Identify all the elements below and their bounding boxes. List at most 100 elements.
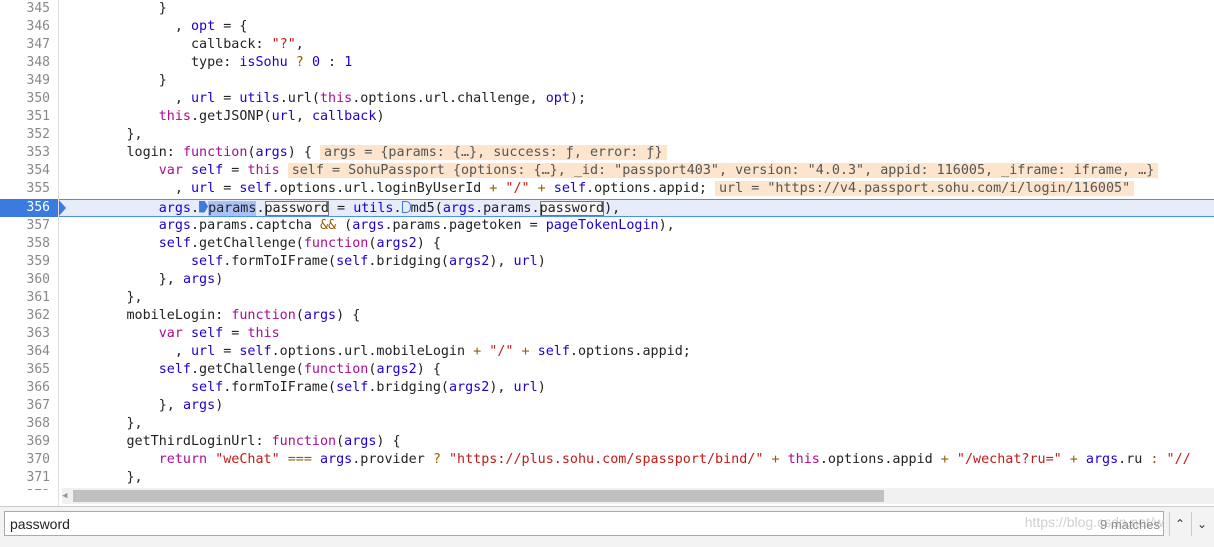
code-token: opt — [545, 91, 570, 107]
code-line[interactable]: 366 self.formToIFrame(self.bridging(args… — [0, 379, 1214, 397]
code-token: .ru — [1118, 452, 1151, 468]
code-token: url — [513, 253, 538, 269]
line-number[interactable]: 352 — [0, 126, 58, 144]
code-line[interactable]: 351 this.getJSONP(url, callback) — [0, 108, 1214, 126]
code-line[interactable]: 368 }, — [0, 415, 1214, 433]
scroll-left-arrow-icon[interactable]: ◀ — [62, 491, 67, 501]
line-number[interactable]: 349 — [0, 72, 58, 90]
code-line[interactable]: 361 }, — [0, 289, 1214, 307]
code-token: .options.url.mobileLogin — [271, 343, 474, 359]
code-token: }, — [62, 289, 143, 305]
line-number[interactable]: 354 — [0, 162, 58, 180]
code-token: .bridging( — [368, 253, 449, 269]
code-line[interactable]: 356 args. params.password = utils. md5(arg… — [0, 198, 1214, 217]
code-line[interactable]: 352 }, — [0, 126, 1214, 144]
code-line[interactable]: 354 var self = this self = SohuPassport {… — [0, 162, 1214, 180]
code-token: , — [62, 181, 191, 197]
code-token: ) { — [376, 434, 401, 450]
line-number[interactable]: 372 — [0, 487, 58, 490]
line-number[interactable]: 360 — [0, 271, 58, 289]
code-token: "?" — [271, 37, 296, 53]
code-token: .bridging( — [368, 379, 449, 395]
chevron-down-icon[interactable]: ⌄ — [1191, 512, 1212, 536]
code-line[interactable]: 349 } — [0, 72, 1214, 90]
line-number[interactable]: 371 — [0, 469, 58, 487]
line-number[interactable]: 358 — [0, 235, 58, 253]
code-line[interactable]: 359 self.formToIFrame(self.bridging(args… — [0, 253, 1214, 271]
code-text: }, args) — [62, 271, 224, 289]
code-token: args — [352, 217, 385, 233]
line-number[interactable]: 347 — [0, 36, 58, 54]
line-number[interactable]: 363 — [0, 325, 58, 343]
chevron-up-icon[interactable]: ⌃ — [1169, 512, 1190, 536]
search-input[interactable]: password — [4, 511, 1164, 536]
code-line[interactable]: 353 login: function(args) {args = {param… — [0, 144, 1214, 162]
line-number[interactable]: 351 — [0, 108, 58, 126]
code-token: ) { — [287, 145, 312, 161]
breakpoint-marker-icon[interactable] — [199, 200, 209, 213]
line-number[interactable]: 346 — [0, 18, 58, 36]
line-number[interactable]: 368 — [0, 415, 58, 433]
code-line[interactable]: 369 getThirdLoginUrl: function(args) { — [0, 433, 1214, 451]
code-token: ); — [569, 91, 587, 107]
code-line[interactable]: 345 } — [0, 0, 1214, 18]
code-token: args2 — [376, 235, 417, 251]
code-line[interactable]: 360 }, args) — [0, 271, 1214, 289]
match-count: 9 matches — [1100, 517, 1160, 532]
scrollbar-thumb[interactable] — [73, 490, 884, 502]
line-number[interactable]: 366 — [0, 379, 58, 397]
line-number[interactable]: 357 — [0, 217, 58, 235]
line-number[interactable]: 361 — [0, 289, 58, 307]
breakpoint-marker-outline-icon[interactable] — [401, 200, 411, 213]
line-number[interactable]: 356 — [0, 198, 66, 217]
line-number[interactable]: 364 — [0, 343, 58, 361]
code-line[interactable]: 357 args.params.captcha && (args.params.… — [0, 217, 1214, 235]
horizontal-scrollbar[interactable]: ◀ — [62, 488, 1214, 504]
line-number[interactable]: 362 — [0, 307, 58, 325]
code-text: var self = this — [62, 325, 280, 343]
line-number[interactable]: 348 — [0, 54, 58, 72]
code-line[interactable]: 358 self.getChallenge(function(args2) { — [0, 235, 1214, 253]
code-token: args2 — [376, 361, 417, 377]
line-number[interactable]: 359 — [0, 253, 58, 271]
code-line[interactable]: 347 callback: "?", — [0, 36, 1214, 54]
line-number[interactable]: 369 — [0, 433, 58, 451]
code-text: login: function(args) {args = {params: {… — [62, 144, 667, 162]
code-token: ), — [658, 217, 675, 233]
code-token: url — [191, 181, 216, 197]
line-number[interactable]: 355 — [0, 180, 58, 198]
code-text: mobileLogin: function(args) { — [62, 307, 360, 325]
code-line[interactable]: 350 , url = utils.url(this.options.url.c… — [0, 90, 1214, 108]
code-token: + — [1069, 452, 1078, 468]
line-number[interactable]: 367 — [0, 397, 58, 415]
code-line[interactable]: 367 }, args) — [0, 397, 1214, 415]
code-line[interactable]: 348 type: isSohu ? 0 : 1 — [0, 54, 1214, 72]
code-line[interactable]: 370 return "weChat" === args.provider ? … — [0, 451, 1214, 469]
code-token: args2 — [449, 253, 490, 269]
line-number[interactable]: 345 — [0, 0, 58, 18]
code-line[interactable]: 355 , url = self.options.url.loginByUser… — [0, 180, 1214, 198]
code-token: ) — [537, 379, 546, 395]
line-number[interactable]: 365 — [0, 361, 58, 379]
code-line[interactable]: 346 , opt = { — [0, 18, 1214, 36]
source-editor[interactable]: 345 } 346 , opt = {347 callback: "?", 348 … — [0, 0, 1214, 490]
line-number[interactable]: 353 — [0, 144, 58, 162]
code-text: args.params.captcha && (args.params.page… — [62, 217, 675, 235]
line-number[interactable]: 370 — [0, 451, 58, 469]
code-token: "/" — [505, 181, 530, 197]
code-line[interactable]: 363 var self = this — [0, 325, 1214, 343]
code-line[interactable]: 365 self.getChallenge(function(args2) { — [0, 361, 1214, 379]
line-number[interactable]: 350 — [0, 90, 58, 108]
code-text: self.formToIFrame(self.bridging(args2), … — [62, 253, 546, 271]
code-token: + — [771, 452, 780, 468]
code-token: .options.url.challenge, — [352, 91, 546, 107]
code-token: && — [320, 217, 337, 233]
code-line[interactable]: 362 mobileLogin: function(args) { — [0, 307, 1214, 325]
code-line[interactable]: 364 , url = self.options.url.mobileLogin… — [0, 343, 1214, 361]
code-line[interactable]: 371 }, — [0, 469, 1214, 487]
